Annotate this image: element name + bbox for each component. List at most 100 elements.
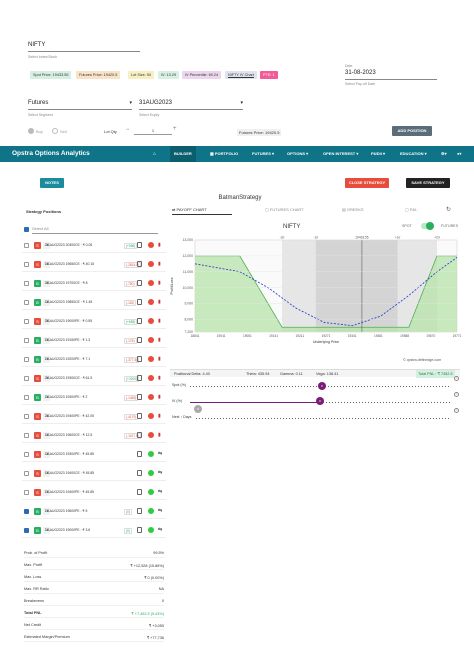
days-slider-track[interactable] xyxy=(196,418,450,419)
position-checkbox[interactable] xyxy=(24,528,29,533)
delete-icon[interactable]: ▮ xyxy=(158,356,161,362)
user-icon[interactable]: ●▾ xyxy=(457,151,461,156)
position-checkbox[interactable] xyxy=(24,243,29,248)
edit-icon[interactable] xyxy=(137,375,142,381)
edit-icon[interactable] xyxy=(137,299,142,305)
delete-icon[interactable]: ▮ xyxy=(158,299,161,305)
status-dot-icon[interactable] xyxy=(148,356,154,362)
spot-slider-thumb[interactable]: 0 xyxy=(318,382,326,390)
edit-icon[interactable] xyxy=(137,318,142,324)
position-checkbox[interactable] xyxy=(24,262,29,267)
side-badge[interactable]: B xyxy=(34,394,41,401)
nav-fiidii[interactable]: FII/DII ▾ xyxy=(371,151,385,156)
status-dot-icon[interactable] xyxy=(148,337,154,343)
refresh-icon[interactable]: ↻ xyxy=(446,206,451,213)
lot-minus-button[interactable]: − xyxy=(126,127,130,133)
position-checkbox[interactable] xyxy=(24,281,29,286)
status-dot-icon[interactable] xyxy=(148,470,154,476)
edit-icon[interactable] xyxy=(137,394,142,400)
position-checkbox[interactable] xyxy=(24,300,29,305)
save-strategy-button[interactable]: SAVE STRATEGY xyxy=(406,178,450,188)
delete-icon[interactable]: ▮ xyxy=(158,432,161,438)
exit-icon[interactable]: ⇆ xyxy=(158,451,162,457)
side-badge[interactable]: B xyxy=(34,356,41,363)
date-field[interactable]: 31-08-2023 xyxy=(345,70,437,80)
position-checkbox[interactable] xyxy=(24,338,29,343)
edit-icon[interactable] xyxy=(137,508,142,514)
delete-icon[interactable]: ▮ xyxy=(158,261,161,267)
sell-radio[interactable] xyxy=(52,128,58,134)
side-badge[interactable]: B xyxy=(34,280,41,287)
days-slider-thumb[interactable]: 0 xyxy=(194,405,202,413)
nav-options[interactable]: OPTIONS ▾ xyxy=(287,151,308,156)
side-badge[interactable]: S xyxy=(34,242,41,249)
lot-qty-input[interactable]: 1 xyxy=(134,126,172,135)
side-badge[interactable]: S xyxy=(34,451,41,458)
status-dot-icon[interactable] xyxy=(148,508,154,514)
side-badge[interactable]: S xyxy=(34,413,41,420)
nav-portfolio[interactable]: ▦ PORTFOLIO xyxy=(210,151,238,156)
exit-icon[interactable]: ⇆ xyxy=(158,527,162,533)
status-dot-icon[interactable] xyxy=(148,242,154,248)
nav-builder[interactable]: BUILDER xyxy=(170,146,196,162)
edit-icon[interactable] xyxy=(137,280,142,286)
nav-futures[interactable]: FUTURES ▾ xyxy=(252,151,274,156)
side-badge[interactable]: B xyxy=(34,508,41,515)
position-checkbox[interactable] xyxy=(24,452,29,457)
side-badge[interactable]: B xyxy=(34,299,41,306)
side-badge[interactable]: S xyxy=(34,489,41,496)
lot-plus-button[interactable]: + xyxy=(173,126,177,132)
edit-icon[interactable] xyxy=(137,489,142,495)
position-checkbox[interactable] xyxy=(24,376,29,381)
status-dot-icon[interactable] xyxy=(148,299,154,305)
notes-button[interactable]: NOTES xyxy=(40,178,64,188)
delete-icon[interactable]: ▮ xyxy=(158,413,161,419)
delete-icon[interactable]: ▮ xyxy=(158,280,161,286)
status-dot-icon[interactable] xyxy=(148,489,154,495)
side-badge[interactable]: S xyxy=(34,318,41,325)
side-badge[interactable]: S xyxy=(34,432,41,439)
edit-icon[interactable] xyxy=(137,432,142,438)
buy-radio[interactable] xyxy=(28,128,34,134)
side-badge[interactable]: S xyxy=(34,470,41,477)
edit-icon[interactable] xyxy=(137,470,142,476)
exit-icon[interactable]: ⇆ xyxy=(158,508,162,514)
iv-slider-track[interactable] xyxy=(320,402,450,403)
status-dot-icon[interactable] xyxy=(148,280,154,286)
side-badge[interactable]: S xyxy=(34,375,41,382)
side-badge[interactable]: B xyxy=(34,527,41,534)
status-dot-icon[interactable] xyxy=(148,413,154,419)
pill-iv-chart[interactable]: NIFTY IV Chart xyxy=(225,71,257,79)
tab-futures-chart[interactable]: ▢ FUTURES CHART xyxy=(265,207,304,212)
status-dot-icon[interactable] xyxy=(148,318,154,324)
add-position-button[interactable]: ADD POSITION xyxy=(392,126,432,136)
close-strategy-button[interactable]: CLOSE STRATEGY xyxy=(345,178,389,188)
position-checkbox[interactable] xyxy=(24,395,29,400)
select-all-checkbox[interactable] xyxy=(24,227,29,232)
nav-education[interactable]: EDUCATION ▾ xyxy=(400,151,427,156)
status-dot-icon[interactable] xyxy=(148,432,154,438)
settings-icon[interactable]: ⚙▾ xyxy=(441,151,447,156)
delete-icon[interactable]: ▮ xyxy=(158,318,161,324)
delete-icon[interactable]: ▮ xyxy=(158,375,161,381)
tab-greeks[interactable]: ▤ GREEKS xyxy=(342,207,364,212)
edit-icon[interactable] xyxy=(137,261,142,267)
edit-icon[interactable] xyxy=(137,527,142,533)
position-checkbox[interactable] xyxy=(24,357,29,362)
tab-pnl[interactable]: ▢ P&L xyxy=(405,207,417,212)
edit-icon[interactable] xyxy=(137,242,142,248)
position-checkbox[interactable] xyxy=(24,433,29,438)
tab-payoff-chart[interactable]: ⇄ PAYOFF CHART xyxy=(172,207,232,215)
symbol-select[interactable]: NIFTY xyxy=(28,42,140,52)
edit-icon[interactable] xyxy=(137,451,142,457)
side-badge[interactable]: B xyxy=(34,337,41,344)
exit-icon[interactable]: ⇆ xyxy=(158,489,162,495)
edit-icon[interactable] xyxy=(137,413,142,419)
exit-icon[interactable]: ⇆ xyxy=(158,470,162,476)
position-checkbox[interactable] xyxy=(24,509,29,514)
position-checkbox[interactable] xyxy=(24,319,29,324)
nav-open-interest[interactable]: OPEN INTEREST ▾ xyxy=(323,151,358,156)
iv-slider-thumb[interactable]: 0 xyxy=(316,397,324,405)
select-all-label[interactable]: Select All xyxy=(32,226,158,234)
delete-icon[interactable]: ▮ xyxy=(158,337,161,343)
